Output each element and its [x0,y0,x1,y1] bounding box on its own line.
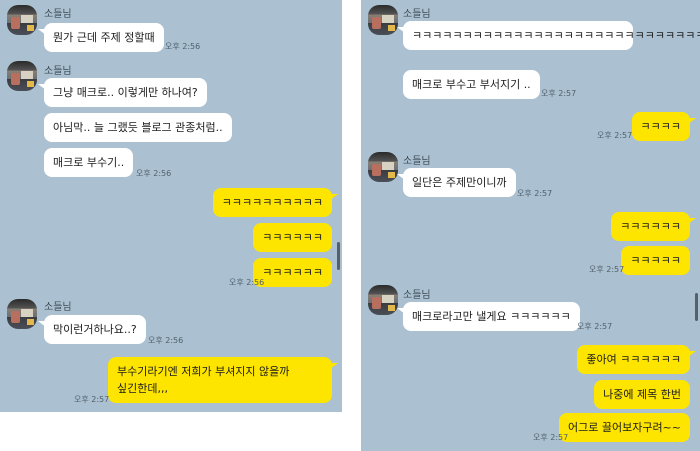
avatar[interactable] [7,5,37,35]
my-message-bubble[interactable]: 부수기라기엔 저희가 부셔지지 않을까 싶긴한데,,, [108,357,338,403]
message-time: 오후 2:57 [577,322,613,331]
message-time: 오후 2:56 [136,169,172,178]
avatar[interactable] [368,5,398,35]
message-bubble[interactable]: 아님막.. 늘 그랬듯 블로그 관종처럼.. [44,113,232,142]
sender-name: 소들님 [403,290,431,301]
message-bubble[interactable]: 매크로라고만 낼게요 ㅋㅋㅋㅋㅋㅋ [397,302,580,331]
message-time: 오후 2:57 [589,265,625,274]
message-time: 오후 2:57 [597,131,633,140]
message-time: 오후 2:56 [148,336,184,345]
sender-name: 소들님 [403,9,431,20]
avatar[interactable] [7,61,37,91]
message-time: 오후 2:56 [229,278,265,287]
sender-name: 소들님 [44,302,72,313]
avatar[interactable] [368,152,398,182]
message-bubble[interactable]: 그냥 매크로.. 이렇게만 하나여? [38,78,207,107]
message-time: 오후 2:57 [541,89,577,98]
message-bubble[interactable]: 매크로 부수고 부서지기 .. [403,70,540,99]
my-message-bubble[interactable]: 나중에 제목 한번 [594,380,690,409]
avatar[interactable] [7,299,37,329]
message-time: 오후 2:56 [165,42,201,51]
message-time: 오후 2:57 [517,189,553,198]
avatar[interactable] [368,285,398,315]
scrollbar-thumb[interactable] [695,293,698,321]
sender-name: 소들님 [44,9,72,20]
message-bubble[interactable]: 매크로 부수기.. [44,148,134,177]
my-message-bubble[interactable]: ㅋㅋㅋㅋ [631,112,697,141]
my-message-bubble[interactable]: ㅋㅋㅋㅋㅋㅋ [253,223,332,252]
message-bubble[interactable]: 일단은 주제만이니까 [397,168,516,197]
my-message-bubble[interactable]: 어그로 끌어보자구려~~ [558,413,690,442]
sender-name: 소들님 [403,156,431,167]
chat-panel-left[interactable]: 소들님 뭔가 근데 주제 정할때 오후 2:56 소들님 그냥 매크로.. 이렇… [0,0,342,412]
scrollbar-thumb[interactable] [337,242,340,270]
my-message-bubble[interactable]: ㅋㅋㅋㅋㅋㅋ [611,212,696,241]
message-bubble[interactable]: 뭔가 근데 주제 정할때 [38,23,164,52]
message-time: 오후 2:57 [533,433,569,442]
message-bubble[interactable]: 막이런거하나요..? [38,315,146,344]
message-time: 오후 2:57 [74,395,110,404]
my-message-bubble[interactable]: ㅋㅋㅋㅋㅋㅋㅋㅋㅋㅋ [212,188,339,217]
my-message-bubble[interactable]: ㅋㅋㅋㅋㅋㅋ [253,258,332,287]
message-bubble[interactable]: ㅋㅋㅋㅋㅋㅋㅋㅋㅋㅋㅋㅋㅋㅋㅋㅋㅋㅋㅋㅋㅋㅋㅋㅋㅋㅋㅋㅋㅋ [397,21,700,50]
chat-panel-right[interactable]: 소들님 ㅋㅋㅋㅋㅋㅋㅋㅋㅋㅋㅋㅋㅋㅋㅋㅋㅋㅋㅋㅋㅋㅋㅋㅋㅋㅋㅋㅋㅋ 매크로 부수… [361,0,700,451]
my-message-bubble[interactable]: 좋아여 ㅋㅋㅋㅋㅋㅋ [577,345,696,374]
sender-name: 소들님 [44,66,72,77]
my-message-bubble[interactable]: ㅋㅋㅋㅋㅋ [621,246,690,275]
